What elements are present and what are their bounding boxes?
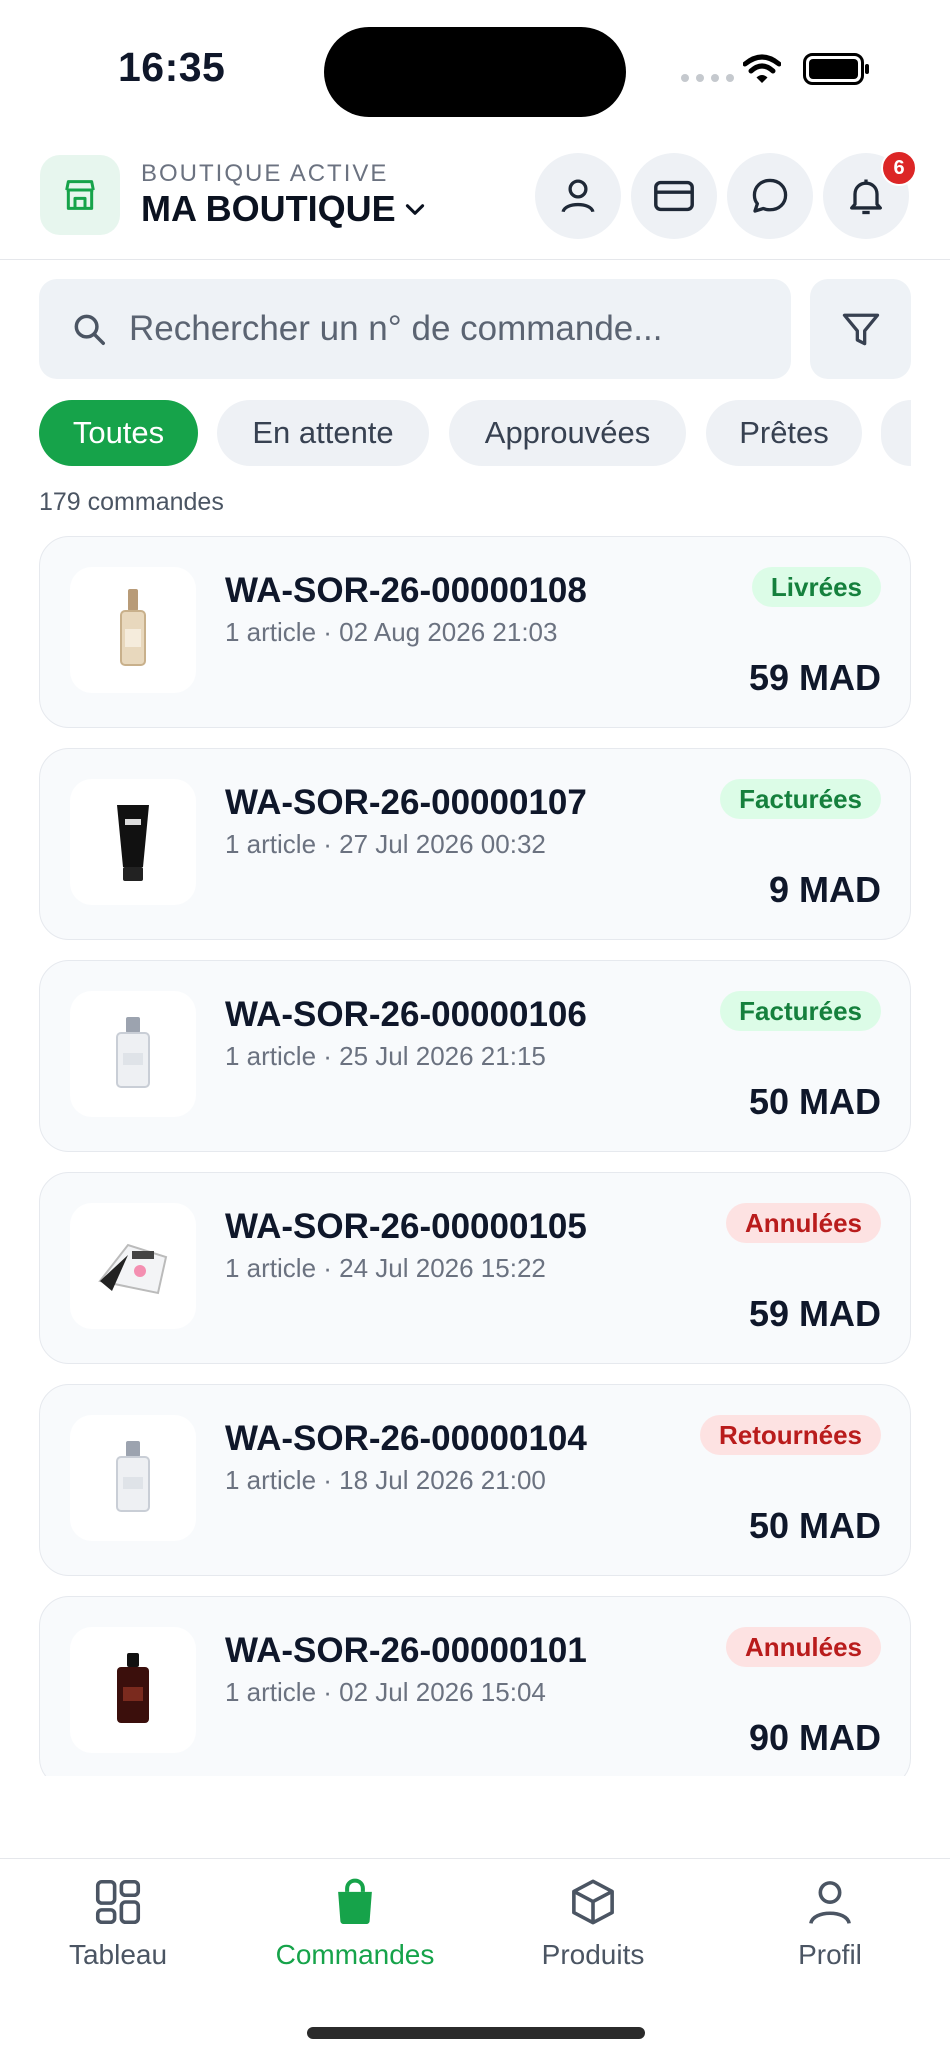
chip-label: En attente (252, 415, 394, 450)
order-meta: 1 article · 02 Aug 2026 21:03 (225, 617, 558, 647)
order-meta: 1 article · 18 Jul 2026 21:00 (225, 1465, 546, 1495)
order-id: WA-SOR-26-00000105 (225, 1207, 587, 1246)
chat-icon (752, 178, 788, 213)
order-id: WA-SOR-26-00000101 (225, 1631, 587, 1670)
store-subtitle: BOUTIQUE ACTIVE (141, 160, 389, 187)
bag-icon (338, 1878, 372, 1925)
header-divider (0, 259, 950, 260)
tabbar-divider (0, 1858, 950, 1859)
filter-chip-more[interactable] (881, 400, 911, 466)
store-icon[interactable] (40, 155, 120, 235)
credit-card-icon (654, 180, 694, 212)
order-meta: 1 article · 25 Jul 2026 21:15 (225, 1041, 546, 1071)
order-meta: 1 article · 02 Jul 2026 15:04 (225, 1677, 546, 1707)
order-card[interactable]: WA-SOR-26-00000108 1 article · 02 Aug 20… (39, 536, 911, 728)
wifi-icon (743, 54, 781, 83)
user-icon (809, 1881, 851, 1925)
status-badge: Livrées (751, 567, 881, 607)
status-badge: Retournées (699, 1415, 881, 1455)
search-input[interactable] (127, 308, 771, 350)
signal-icon (681, 74, 734, 82)
order-card[interactable]: WA-SOR-26-00000107 1 article · 27 Jul 20… (39, 748, 911, 940)
tab-label: Profil (798, 1939, 862, 1970)
order-card[interactable]: WA-SOR-26-00000104 1 article · 18 Jul 20… (39, 1384, 911, 1576)
order-card[interactable]: WA-SOR-26-00000101 1 article · 02 Jul 20… (39, 1596, 911, 1776)
status-badge: Facturées (720, 991, 881, 1031)
product-thumbnail (70, 991, 196, 1117)
order-amount: 59 MAD (748, 1293, 881, 1334)
product-thumbnail (70, 779, 196, 905)
tab-label: Commandes (275, 1939, 435, 1970)
product-thumbnail (70, 1627, 196, 1753)
order-card[interactable]: WA-SOR-26-00000105 1 article · 24 Jul 20… (39, 1172, 911, 1364)
tab-label: Produits (541, 1939, 645, 1970)
chip-label: Approuvées (484, 415, 651, 450)
status-badge: Annulées (725, 1627, 881, 1667)
order-meta: 1 article · 24 Jul 2026 15:22 (225, 1253, 546, 1283)
tab-profil[interactable]: Profil (720, 1875, 940, 1971)
status-time: 16:35 (118, 44, 226, 90)
store-name: MA BOUTIQUE (141, 188, 396, 229)
order-id: WA-SOR-26-00000108 (225, 571, 587, 610)
store-selector[interactable]: MA BOUTIQUE (141, 188, 428, 230)
order-amount: 50 MAD (748, 1081, 881, 1122)
product-thumbnail (70, 1415, 196, 1541)
search-icon (69, 309, 109, 349)
filter-chip-approuvees[interactable]: Approuvées (449, 400, 686, 466)
filter-chip-toutes[interactable]: Toutes (39, 400, 198, 466)
grid-icon (95, 1879, 141, 1925)
tab-tableau[interactable]: Tableau (8, 1875, 228, 1971)
order-meta: 1 article · 27 Jul 2026 00:32 (225, 829, 546, 859)
box-icon (572, 1879, 614, 1925)
order-amount: 50 MAD (748, 1505, 881, 1546)
search-bar (39, 279, 791, 379)
tab-commandes[interactable]: Commandes (245, 1875, 465, 1971)
battery-icon (803, 53, 869, 85)
order-amount: 59 MAD (748, 657, 881, 698)
tab-label: Tableau (68, 1939, 168, 1970)
payment-button[interactable] (631, 153, 717, 239)
order-amount: 90 MAD (748, 1717, 881, 1758)
messages-button[interactable] (727, 153, 813, 239)
product-thumbnail (70, 567, 196, 693)
account-button[interactable] (535, 153, 621, 239)
order-id: WA-SOR-26-00000107 (225, 783, 587, 822)
bell-icon (850, 179, 882, 215)
status-badge: Facturées (720, 779, 881, 819)
chip-label: Toutes (72, 415, 165, 450)
chevron-down-icon (405, 204, 424, 215)
filter-button[interactable] (810, 279, 911, 379)
filter-chip-pretes[interactable]: Prêtes (706, 400, 862, 466)
notification-count-badge: 6 (881, 150, 917, 186)
order-amount: 9 MAD (768, 869, 881, 910)
order-card[interactable]: WA-SOR-26-00000106 1 article · 25 Jul 20… (39, 960, 911, 1152)
user-icon (561, 179, 595, 213)
dynamic-island (324, 27, 626, 117)
product-thumbnail (70, 1203, 196, 1329)
filter-chip-en-attente[interactable]: En attente (217, 400, 429, 466)
order-id: WA-SOR-26-00000106 (225, 995, 587, 1034)
order-count: 179 commandes (39, 488, 224, 516)
chip-label: Prêtes (739, 415, 829, 450)
orders-list: WA-SOR-26-00000108 1 article · 02 Aug 20… (39, 536, 911, 1776)
order-id: WA-SOR-26-00000104 (225, 1419, 587, 1458)
status-badge: Annulées (725, 1203, 881, 1243)
home-indicator (307, 2027, 645, 2039)
filter-icon (842, 313, 879, 346)
tab-produits[interactable]: Produits (483, 1875, 703, 1971)
